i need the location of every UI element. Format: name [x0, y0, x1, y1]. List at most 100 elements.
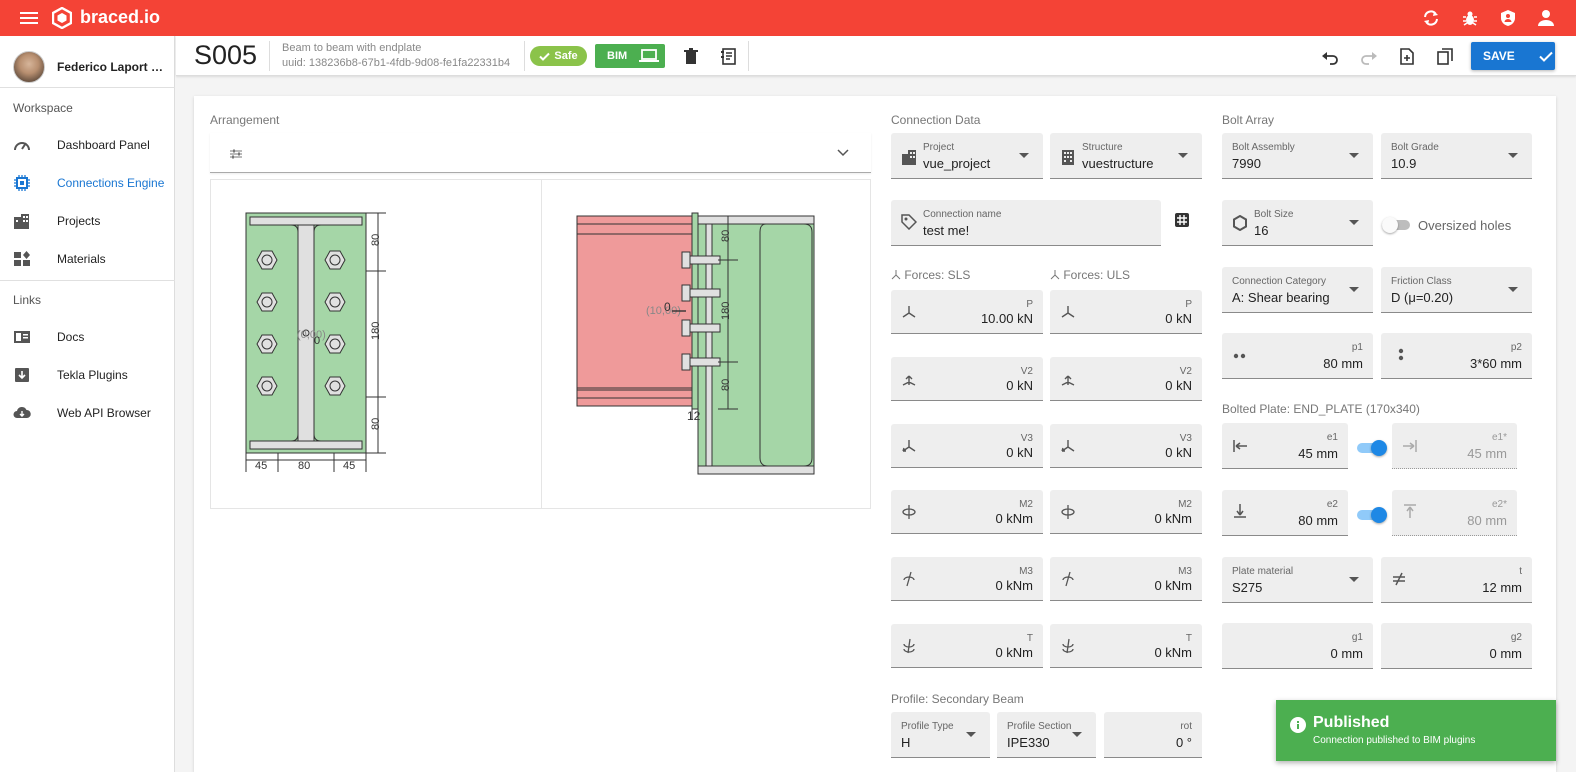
delete-icon[interactable]	[683, 48, 699, 65]
sidebar-item-projects[interactable]: Projects	[0, 203, 175, 239]
dropdown-arrow-icon	[1019, 153, 1029, 158]
profile-rotation-input[interactable]: rot 0 °	[1104, 712, 1202, 758]
account-icon[interactable]	[1537, 9, 1555, 27]
friction-class-select[interactable]: Friction Class D (μ=0.20)	[1381, 267, 1532, 313]
cloud-download-icon	[13, 406, 31, 418]
profile-section-select[interactable]: Profile Section IPE330	[997, 712, 1096, 758]
bug-icon[interactable]	[1461, 9, 1479, 27]
force-sls-t-input[interactable]: T0 kNm	[891, 624, 1043, 668]
undo-icon[interactable]	[1322, 48, 1338, 65]
brand-name: braced.io	[80, 7, 161, 27]
chevron-down-icon[interactable]	[837, 149, 849, 157]
info-icon	[1290, 717, 1306, 733]
shield-account-icon[interactable]	[1499, 9, 1517, 27]
published-snackbar: Published Connection published to BIM pl…	[1276, 700, 1556, 761]
sidebar-item-label: Tekla Plugins	[57, 368, 128, 382]
save-button[interactable]: SAVE	[1471, 42, 1555, 70]
plate-thickness-input[interactable]: t 12 mm	[1381, 557, 1532, 603]
profile-rotation-value: 0 °	[1175, 735, 1192, 750]
menu-icon[interactable]	[20, 10, 38, 26]
p1-label: p1	[1351, 342, 1363, 353]
project-select[interactable]: Project vue_project	[891, 133, 1043, 179]
g2-label: g2	[1510, 632, 1522, 643]
bim-button[interactable]: BIM	[595, 44, 665, 68]
e2-input[interactable]: e2 80 mm	[1222, 490, 1348, 536]
pound-box-icon[interactable]	[1174, 212, 1190, 228]
connection-type: Beam to beam with endplate	[282, 42, 422, 54]
plate-material-select[interactable]: Plate material S275	[1222, 557, 1373, 603]
dropdown-arrow-icon	[1349, 220, 1359, 225]
connection-code: S005	[194, 40, 258, 70]
force-sls-p-input[interactable]: P 10.00 kN	[891, 290, 1043, 334]
book-icon	[14, 331, 30, 343]
sidebar-item-docs[interactable]: Docs	[0, 319, 175, 355]
connection-category-value: A: Shear bearing	[1232, 290, 1330, 305]
sidebar-item-web-api-browser[interactable]: Web API Browser	[0, 395, 175, 431]
force-uls-t-input[interactable]: T0 kNm	[1050, 624, 1202, 668]
redo-icon[interactable]	[1361, 48, 1377, 65]
connection-category-select[interactable]: Connection Category A: Shear bearing	[1222, 267, 1373, 313]
force-label: T	[1185, 633, 1192, 644]
connection-name-input[interactable]: Connection name test me!	[891, 200, 1161, 246]
report-icon[interactable]	[721, 48, 737, 65]
bolt-assembly-select[interactable]: Bolt Assembly 7990	[1222, 133, 1373, 179]
arrangement-select[interactable]	[210, 133, 871, 173]
force-uls-v3-input[interactable]: V3 0 kN	[1050, 423, 1202, 468]
e2-star-input[interactable]: e2* 80 mm	[1392, 490, 1517, 536]
toggle-knob	[1371, 440, 1387, 456]
force-label: P	[1185, 299, 1192, 310]
force-sls-m2-input[interactable]: M2 0 kNm	[891, 490, 1043, 535]
front-center-label: (0,00)	[297, 329, 326, 341]
e1-star-label: e1*	[1491, 432, 1507, 443]
bolt-grade-select[interactable]: Bolt Grade 10.9	[1381, 133, 1532, 179]
hexagon-icon	[1233, 215, 1247, 231]
bolt-size-select[interactable]: Bolt Size 16	[1222, 200, 1373, 246]
force-uls-v2-input[interactable]: V2 0 kN	[1050, 356, 1202, 401]
g2-input[interactable]: g2 0 mm	[1381, 623, 1532, 669]
bolt-grade-label: Bolt Grade	[1391, 142, 1439, 153]
force-sls-v3-input[interactable]: V3 0 kN	[891, 423, 1043, 468]
force-v3-icon	[902, 439, 916, 452]
force-p-icon	[902, 306, 916, 318]
p2-input[interactable]: p2 3*60 mm	[1381, 333, 1532, 379]
check-icon	[539, 52, 551, 61]
user-profile[interactable]: Federico Laport Riv...	[13, 49, 175, 85]
g1-input[interactable]: g1 0 mm	[1222, 623, 1373, 669]
oversized-holes-toggle[interactable]	[1382, 217, 1412, 233]
force-sls-m3-input[interactable]: M3 0 kNm	[891, 557, 1043, 602]
force-sls-v2-input[interactable]: V2 0 kN	[891, 356, 1043, 401]
force-uls-p-input[interactable]: P0 kN	[1050, 290, 1202, 334]
e1-link-toggle[interactable]	[1357, 440, 1387, 456]
sidebar-item-connections-engine[interactable]: Connections Engine	[0, 165, 175, 201]
avatar	[13, 51, 45, 83]
file-plus-icon[interactable]	[1399, 48, 1415, 65]
e1-value: 45 mm	[1298, 446, 1338, 461]
arrangement-heading: Arrangement	[210, 113, 280, 127]
e1-star-input[interactable]: e1* 45 mm	[1392, 423, 1517, 469]
p1-input[interactable]: p1 80 mm	[1222, 333, 1373, 379]
not-equal-icon	[1393, 572, 1405, 586]
sidebar-item-materials[interactable]: Materials	[0, 241, 175, 277]
connection-name-label: Connection name	[923, 209, 1002, 220]
e1-input[interactable]: e1 45 mm	[1222, 423, 1348, 469]
force-label: P	[1026, 299, 1033, 310]
profile-type-select[interactable]: Profile Type H	[891, 712, 990, 758]
force-uls-m3-input[interactable]: M3 0 kNm	[1050, 557, 1202, 602]
profile-heading: Profile: Secondary Beam	[891, 692, 1024, 706]
vertical-dots-icon	[1398, 348, 1404, 361]
dropdown-arrow-icon	[1178, 153, 1188, 158]
structure-select[interactable]: Structure vuestructure	[1050, 133, 1202, 179]
force-label: M2	[1178, 499, 1192, 511]
status-badge: Safe	[530, 46, 587, 66]
force-label: V2	[1179, 365, 1192, 377]
buildings-icon	[902, 150, 916, 165]
force-m2-icon	[902, 505, 916, 520]
force-uls-m2-input[interactable]: M2 0 kNm	[1050, 490, 1202, 535]
sync-icon[interactable]	[1422, 9, 1440, 27]
e2-link-toggle[interactable]	[1357, 507, 1387, 523]
sidebar-item-tekla-plugins[interactable]: Tekla Plugins	[0, 357, 175, 393]
copy-icon[interactable]	[1437, 48, 1453, 65]
force-label: V3	[1020, 432, 1033, 444]
sidebar-item-dashboard-panel[interactable]: Dashboard Panel	[0, 127, 175, 163]
plate-thickness-value: 12 mm	[1482, 580, 1522, 595]
